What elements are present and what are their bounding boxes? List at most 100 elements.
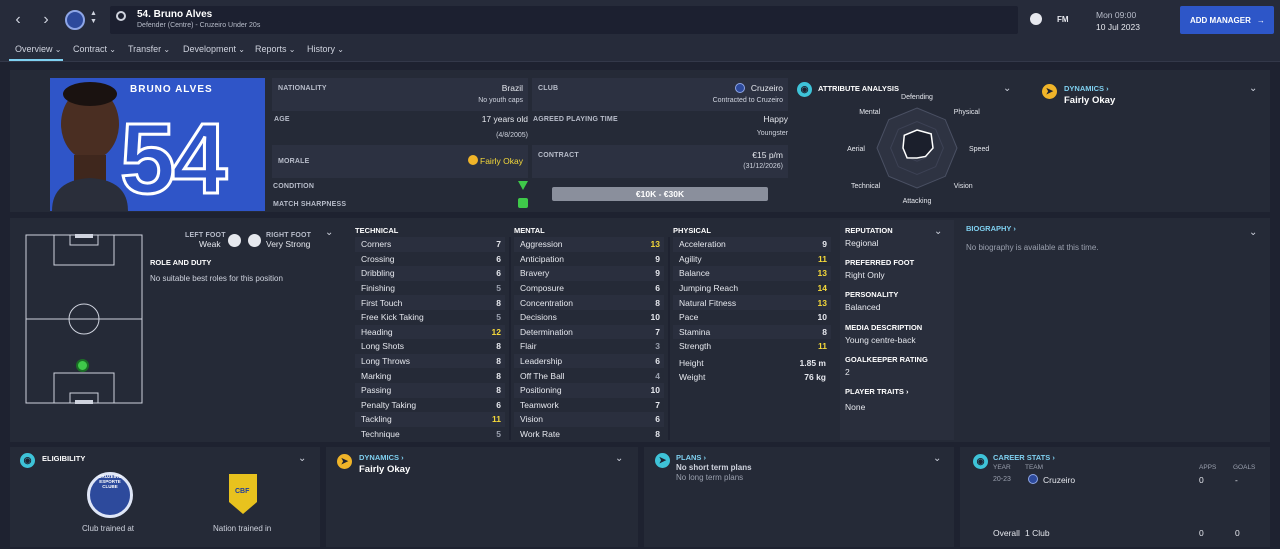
dynamics-title-bottom[interactable]: DYNAMICS › xyxy=(359,453,404,462)
chevron-down-icon[interactable]: ⌄ xyxy=(934,226,942,237)
biography-text: No biography is available at this time. xyxy=(966,243,1099,252)
weight-label: Weight xyxy=(679,372,706,382)
attribute-row[interactable]: Natural Fitness 13 xyxy=(673,295,831,310)
playing-time-label: AGREED PLAYING TIME xyxy=(533,116,618,123)
morale-value[interactable]: Fairly Okay xyxy=(480,156,523,166)
radar-label: Speed xyxy=(969,146,989,153)
sharpness-label: MATCH SHARPNESS xyxy=(273,201,347,208)
attribute-name: Crossing xyxy=(361,253,395,264)
age-value: 17 years old xyxy=(481,114,528,124)
chevron-down-icon[interactable]: ⌄ xyxy=(933,453,941,464)
add-manager-button[interactable]: ADD MANAGER → xyxy=(1180,6,1274,34)
attribute-row[interactable]: Free Kick Taking 5 xyxy=(355,310,505,325)
career-overall-goals: 0 xyxy=(1235,528,1240,538)
ball-icon[interactable] xyxy=(1030,13,1042,25)
personality-label: PERSONALITY xyxy=(845,290,899,299)
attribute-name: Pace xyxy=(679,312,699,323)
tab-development[interactable]: Development xyxy=(183,44,245,54)
attribute-row[interactable]: Corners 7 xyxy=(355,237,505,252)
chevron-down-icon[interactable]: ⌄ xyxy=(615,453,623,464)
search-icon xyxy=(116,11,126,21)
radar-label: Aerial xyxy=(847,146,865,153)
attribute-row[interactable]: Anticipation 9 xyxy=(514,252,664,267)
attribute-row[interactable]: Dribbling 6 xyxy=(355,266,505,281)
mental-title: MENTAL xyxy=(514,226,545,235)
search-box[interactable] xyxy=(110,6,1018,34)
club-crest-icon[interactable] xyxy=(65,10,85,30)
plans-link[interactable]: PLANS › xyxy=(676,453,706,462)
attribute-row[interactable]: Vision 6 xyxy=(514,412,664,427)
attribute-row[interactable]: Penalty Taking 6 xyxy=(355,398,505,413)
tab-overview[interactable]: Overview xyxy=(15,44,61,54)
nationality-value[interactable]: Brazil xyxy=(460,83,523,93)
chevron-down-icon[interactable]: ⌄ xyxy=(1249,83,1257,94)
attribute-row[interactable]: Flair 3 xyxy=(514,339,664,354)
tab-reports[interactable]: Reports xyxy=(255,44,295,54)
attribute-value: 8 xyxy=(496,370,501,381)
attribute-row[interactable]: Agility 11 xyxy=(673,252,831,267)
attribute-row[interactable]: Strength 11 xyxy=(673,339,831,354)
attribute-row[interactable]: First Touch 8 xyxy=(355,295,505,310)
club-value[interactable]: Cruzeiro xyxy=(740,83,783,93)
weight-value: 76 kg xyxy=(804,372,826,382)
tab-contract[interactable]: Contract xyxy=(73,44,116,54)
attribute-value: 8 xyxy=(496,341,501,352)
career-link[interactable]: CAREER STATS › xyxy=(993,453,1055,462)
attribute-row[interactable]: Balance 13 xyxy=(673,266,831,281)
fm-logo[interactable]: FM xyxy=(1057,15,1069,24)
attribute-row[interactable]: Crossing 6 xyxy=(355,252,505,267)
chevron-down-icon[interactable]: ⌄ xyxy=(325,227,333,238)
chevron-down-icon[interactable]: ⌄ xyxy=(298,453,306,464)
chevron-down-icon[interactable]: ⌄ xyxy=(1003,83,1011,94)
attribute-row[interactable]: Aggression 13 xyxy=(514,237,664,252)
chevron-down-icon[interactable]: ⌄ xyxy=(1249,227,1257,238)
media-value: Young centre-back xyxy=(845,335,916,345)
attribute-row[interactable]: Positioning 10 xyxy=(514,382,664,398)
position-marker xyxy=(76,359,89,372)
dynamics-title-top[interactable]: DYNAMICS › xyxy=(1064,84,1109,93)
attribute-row[interactable]: Pace 10 xyxy=(673,310,831,325)
nationality-label: NATIONALITY xyxy=(278,85,327,92)
attribute-row[interactable]: Determination 7 xyxy=(514,324,664,340)
tab-history[interactable]: History xyxy=(307,44,344,54)
attribute-value: 6 xyxy=(496,399,501,410)
attribute-row[interactable]: Tackling 11 xyxy=(355,412,505,427)
attribute-row[interactable]: Passing 8 xyxy=(355,382,505,398)
attribute-row[interactable]: Leadership 6 xyxy=(514,353,664,369)
attribute-row[interactable]: Heading 12 xyxy=(355,324,505,340)
attribute-row[interactable]: Off The Ball 4 xyxy=(514,368,664,383)
tab-transfer[interactable]: Transfer xyxy=(128,44,170,54)
eligibility-icon: ◉ xyxy=(20,453,35,468)
career-row-team[interactable]: Cruzeiro xyxy=(1043,475,1075,485)
attribute-row[interactable]: Finishing 5 xyxy=(355,281,505,296)
attribute-value: 12 xyxy=(491,326,501,337)
attribute-row[interactable]: Stamina 8 xyxy=(673,324,831,340)
right-foot-icon xyxy=(248,234,261,247)
media-label: MEDIA DESCRIPTION xyxy=(845,323,923,332)
role-text: No suitable best roles for this position xyxy=(150,274,283,283)
radar-shape xyxy=(902,129,934,159)
plans-long: No long term plans xyxy=(676,473,744,482)
attribute-row[interactable]: Long Throws 8 xyxy=(355,353,505,369)
active-tab-indicator xyxy=(9,59,63,61)
attribute-row[interactable]: Teamwork 7 xyxy=(514,398,664,413)
attribute-row[interactable]: Technique 5 xyxy=(355,427,505,442)
forward-arrow-icon[interactable]: › xyxy=(36,10,56,30)
role-title: ROLE AND DUTY xyxy=(150,258,212,267)
attribute-row[interactable]: Marking 8 xyxy=(355,368,505,383)
attribute-row[interactable]: Jumping Reach 14 xyxy=(673,281,831,296)
attribute-row[interactable]: Work Rate 8 xyxy=(514,427,664,442)
attribute-row[interactable]: Decisions 10 xyxy=(514,310,664,325)
radar-label: Technical xyxy=(851,183,881,190)
attribute-row[interactable]: Acceleration 9 xyxy=(673,237,831,252)
attribute-row[interactable]: Long Shots 8 xyxy=(355,339,505,354)
back-arrow-icon[interactable]: ‹ xyxy=(8,10,28,30)
player-traits-link[interactable]: PLAYER TRAITS › xyxy=(845,387,909,396)
biography-title: BIOGRAPHY xyxy=(966,224,1012,233)
attribute-row[interactable]: Concentration 8 xyxy=(514,295,664,310)
value-range-bar[interactable]: €10K - €30K xyxy=(552,187,768,201)
biography-link[interactable]: BIOGRAPHY › xyxy=(966,224,1016,233)
attribute-row[interactable]: Composure 6 xyxy=(514,281,664,296)
attribute-row[interactable]: Bravery 9 xyxy=(514,266,664,281)
updown-chevron-icon[interactable]: ▲ ▼ xyxy=(90,10,97,26)
